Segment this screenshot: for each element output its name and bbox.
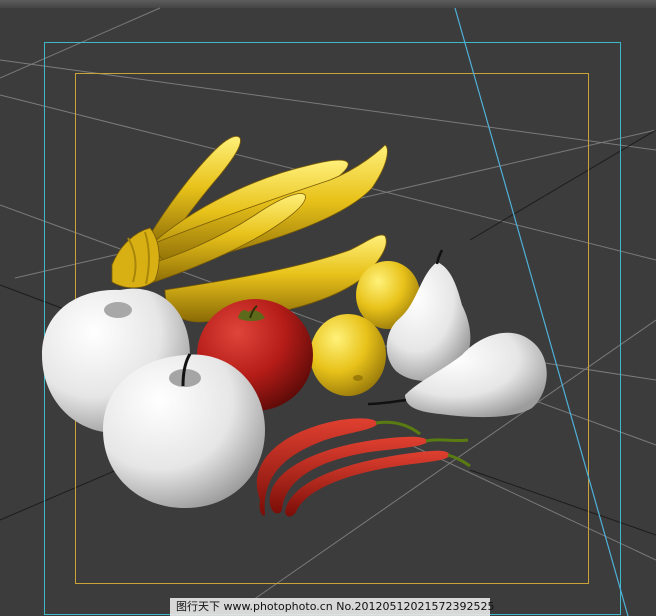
3d-viewport[interactable]: 图行天下 www.photophoto.cn No.20120512021572… (0, 0, 656, 616)
apple-white-front[interactable] (103, 353, 265, 508)
chili-peppers[interactable] (256, 418, 471, 517)
camera-line (454, 7, 629, 616)
scene-render[interactable] (0, 0, 656, 616)
watermark: 图行天下 www.photophoto.cn No.20120512021572… (170, 598, 494, 616)
